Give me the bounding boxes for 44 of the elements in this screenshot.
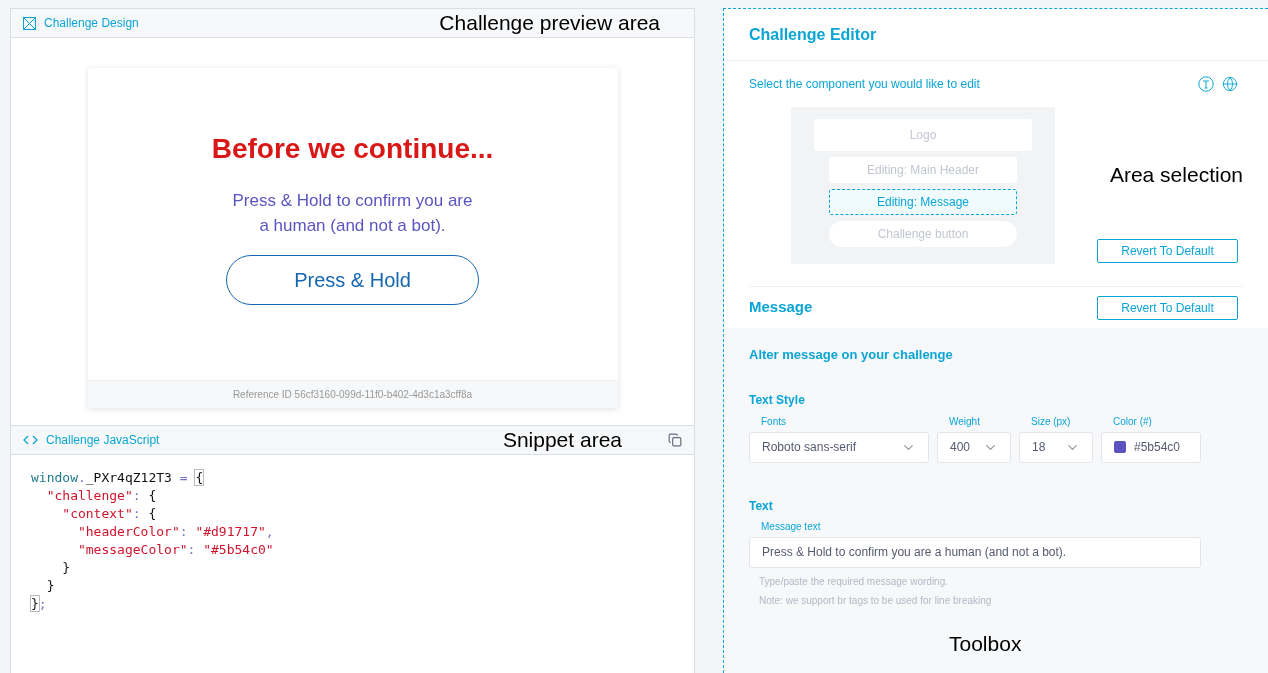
group-heading: Text — [749, 497, 774, 515]
group-heading: Text Style — [749, 391, 806, 409]
editor-title: Challenge Editor — [749, 24, 877, 45]
text-icon[interactable] — [1198, 76, 1214, 92]
field-label: Fonts — [761, 414, 787, 429]
annotation-label: Toolbox — [949, 630, 1022, 657]
section-title: Message — [749, 297, 813, 318]
annotation-label: Challenge preview area — [439, 10, 660, 37]
code-icon — [23, 435, 38, 445]
code-line: } — [61, 559, 72, 577]
challenge-header: Before we continue... — [211, 132, 494, 166]
field-label: Size (px) — [1031, 414, 1072, 429]
press-and-hold-button[interactable]: Press & Hold — [226, 255, 479, 305]
dropdown-field[interactable]: 400 — [937, 431, 1011, 463]
dropdown-field[interactable]: 18 — [1019, 431, 1093, 463]
code-line: "headerColor": "#d91717", — [76, 523, 275, 541]
hint-text: Note: we support br tags to be used for line breaking — [759, 593, 993, 608]
code-line: "challenge": { — [45, 487, 158, 505]
color-swatch — [1114, 441, 1126, 453]
code-line: window._PXr4qZ12T3 = { — [31, 469, 205, 487]
panel-title: Challenge JavaScript — [46, 432, 160, 449]
code-line: "messageColor": "#5b54c0" — [76, 541, 275, 559]
reference-id: Reference ID 56cf3160-099d-11f0-b402-4d3c1a3cff8a — [232, 388, 473, 402]
instruction-text: Select the component you would like to edit — [749, 76, 980, 93]
dropdown-field[interactable]: Roboto sans-serif — [749, 431, 929, 463]
section-subtitle: Alter message on your challenge — [749, 346, 954, 364]
code-line: }; — [31, 595, 48, 613]
code-line: "context": { — [61, 505, 158, 523]
hint-text: Type/paste the required message wording. — [759, 574, 949, 589]
color-field[interactable]: #5b54c0 — [1101, 431, 1201, 463]
challenge-message: a human (and not a bot). — [259, 215, 446, 237]
code-line: } — [45, 577, 56, 595]
globe-icon[interactable] — [1222, 76, 1238, 92]
panel-title: Challenge Design — [44, 15, 139, 32]
field-label: Color (#) — [1113, 414, 1153, 429]
copy-icon[interactable] — [668, 433, 682, 447]
crossed-box-icon — [23, 16, 36, 30]
annotation-label: Snippet area — [502, 427, 622, 454]
challenge-message: Press & Hold to confirm you are — [232, 190, 473, 212]
color-value: #5b54c0 — [1134, 439, 1181, 456]
field-label: Message text — [761, 519, 822, 534]
field-label: Weight — [949, 414, 981, 429]
message-text-field[interactable]: Press & Hold to confirm you are a human (and not a bot). — [749, 536, 1201, 568]
annotation-label: Area selection — [1109, 162, 1243, 188]
